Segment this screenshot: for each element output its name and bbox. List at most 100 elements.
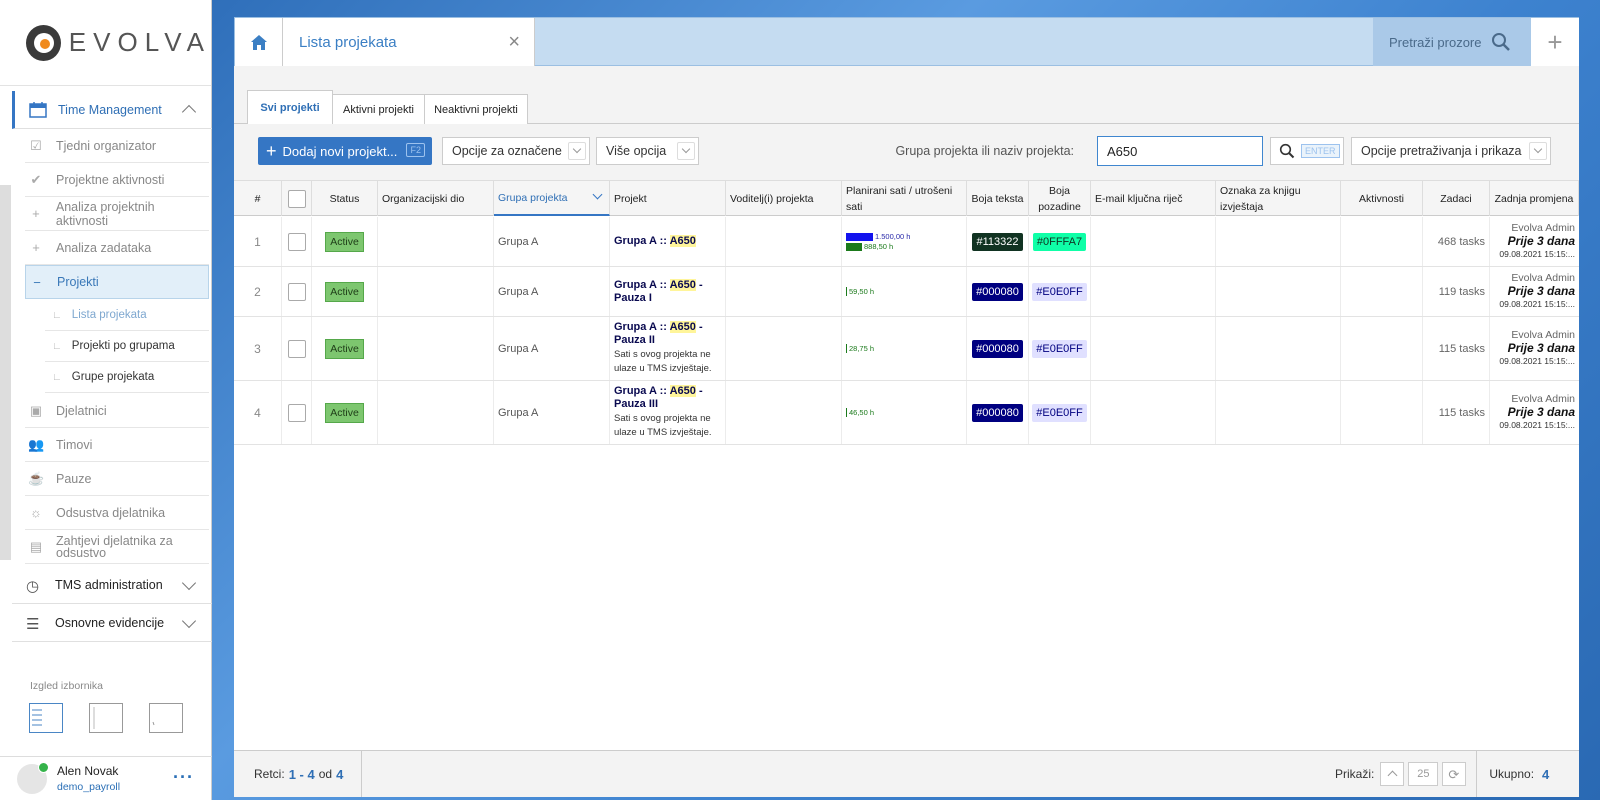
more-options-dropdown[interactable]: Više opcija [596,137,699,165]
layout-option-compact[interactable] [89,703,123,733]
retci-label: Retci: [254,767,285,781]
row-checkbox[interactable] [287,232,306,251]
cell-boja-pozadine: #E0E0FF [1029,267,1091,316]
sidebar-item-projekti[interactable]: − Projekti [25,265,209,299]
col-zadaci[interactable]: Zadaci [1423,181,1490,216]
sidebar-item-odsustva[interactable]: ☼ Odsustva djelatnika [25,496,209,530]
col-grupa-projekta[interactable]: Grupa projekta [494,181,610,216]
page-size-field[interactable]: 25 [1408,762,1439,786]
layout-option-full[interactable] [29,703,63,733]
sidebar-subitem-lista-projekata[interactable]: ∟ Lista projekata [45,300,209,331]
section-osnovne-evidencije[interactable]: ☰ Osnovne evidencije [12,604,212,642]
row-checkbox[interactable] [287,339,306,358]
tab-lista-projekata[interactable]: Lista projekata × [283,18,535,66]
project-name[interactable]: Grupa A :: A650 - Pauza II Sati s ovog pr… [614,321,721,376]
chevron-down-icon [568,142,586,160]
background-color-swatch: #E0E0FF [1032,282,1087,301]
chevron-down-icon [181,613,197,628]
tab-svi-projekti[interactable]: Svi projekti [247,90,333,125]
toolbar: + Dodaj novi projekt... F2 Opcije za ozn… [234,124,1579,180]
sidebar-subitem-projekti-po-grupama[interactable]: ∟ Projekti po grupama [45,331,209,362]
sidebar-item-label: Timovi [56,437,93,452]
refresh-button[interactable]: ⟳ [1442,762,1467,786]
table-row[interactable]: 3 Active Grupa A Grupa A :: A650 - Pauza II… [234,317,1579,381]
brand-logo[interactable]: EVOLVA [0,0,211,86]
search-highlight: A650 [669,321,696,333]
col-projekt[interactable]: Projekt [610,181,726,216]
project-name[interactable]: Grupa A :: A650 - Pauza I [614,278,721,305]
section-tms-administration[interactable]: ◷ TMS administration [12,566,212,604]
sidebar-item-djelatnici[interactable]: ▣ Djelatnici [25,394,209,428]
col-voditelj[interactable]: Voditelj(i) projekta [726,181,842,216]
search-display-options-dropdown[interactable]: Opcije pretraživanja i prikaza [1351,137,1551,165]
layout-option-hidden[interactable] [149,703,183,733]
col-boja-teksta[interactable]: Boja teksta [967,181,1029,216]
more-options-icon[interactable]: ··· [173,767,194,788]
sidebar-subitem-grupe-projekata[interactable]: ∟ Grupe projekata [45,362,209,393]
tab-aktivni-projekti[interactable]: Aktivni projekti [332,94,425,124]
project-note: Sati s ovog projekta ne ulaze u TMS izvj… [614,413,712,438]
avatar[interactable] [17,761,49,794]
col-zadnja-promjena[interactable]: Zadnja promjena [1490,181,1579,216]
col-aktivnosti[interactable]: Aktivnosti [1341,181,1423,216]
home-tab[interactable] [235,18,283,66]
cell-email [1091,381,1216,444]
sidebar-item-label: Djelatnici [56,403,107,418]
row-checkbox[interactable] [287,282,306,301]
page-up-button[interactable] [1380,762,1405,786]
new-window-button[interactable]: + [1531,18,1579,66]
close-icon[interactable]: × [508,31,520,54]
col-select-all[interactable] [282,181,312,216]
sidebar-item-zahtjevi[interactable]: ▤ Zahtjevi djelatnika za odsustvo [25,530,209,564]
col-boja-pozadine[interactable]: Boja pozadine [1029,181,1091,216]
col-status[interactable]: Status [312,181,378,216]
sidebar-item-projektne-aktivnosti[interactable]: ✔ Projektne aktivnosti [25,163,209,197]
text-color-swatch: #000080 [972,339,1023,358]
cell-planirani-sati: 1.500,00 h 888,50 h [842,217,967,266]
cell-voditelj [726,217,842,266]
tasks-count[interactable]: 115 tasks [1427,407,1485,419]
sidebar-item-label: Tjedni organizator [56,138,157,153]
user-panel[interactable]: Alen Novak demo_payroll ··· [0,756,212,800]
tasks-count[interactable]: 468 tasks [1427,236,1485,248]
layout-compact-icon [93,707,95,729]
cell-zadnja-promjena: Evolva Admin Prije 3 dana 09.08.2021 15:15… [1490,267,1579,316]
project-group: Grupa A [498,406,539,419]
cell-aktivnosti [1341,217,1423,266]
select-all-checkbox[interactable] [287,189,306,208]
sidebar-item-timovi[interactable]: 👥 Timovi [25,428,209,462]
sidebar-scrollbar[interactable] [0,185,11,560]
sidebar-item-analiza-zadataka[interactable]: + Analiza zadataka [25,231,209,265]
row-checkbox[interactable] [287,403,306,422]
col-email-kljucna-rijec[interactable]: E-mail ključna riječ [1091,181,1216,216]
table-row[interactable]: 2 Active Grupa A Grupa A :: A650 - Pauza I 5… [234,267,1579,317]
add-project-button[interactable]: + Dodaj novi projekt... F2 [258,137,432,165]
sidebar-item-tjedni-organizator[interactable]: ☑ Tjedni organizator [25,129,209,163]
user-account[interactable]: demo_payroll [57,779,120,795]
tasks-count[interactable]: 115 tasks [1427,343,1485,355]
selected-options-dropdown[interactable]: Opcije za označene [442,137,590,165]
enter-hint: ENTER [1301,144,1340,158]
col-oznaka-knjige[interactable]: Oznaka za knjigu izvještaja [1216,181,1341,216]
table-row[interactable]: 1 Active Grupa A Grupa A :: A650 1.500,00 h8… [234,217,1579,267]
tasks-count[interactable]: 119 tasks [1427,286,1485,298]
cell-select [282,317,312,380]
col-organizacijski-dio[interactable]: Organizacijski dio [378,181,494,216]
search-button[interactable]: ENTER [1270,137,1344,165]
col-planirani-sati[interactable]: Planirani sati / utrošeni sati [842,181,967,216]
sidebar-item-analiza-projektnih[interactable]: + Analiza projektnih aktivnosti [25,197,209,231]
spent-hours-bar [846,344,847,353]
project-name[interactable]: Grupa A :: A650 [614,235,696,248]
table-row[interactable]: 4 Active Grupa A Grupa A :: A650 - Pauza II… [234,381,1579,445]
search-windows-button[interactable]: Pretraži prozore [1373,18,1531,66]
section-time-management[interactable]: Time Management [12,91,212,129]
cell-boja-pozadine: #E0E0FF [1029,317,1091,380]
col-number[interactable]: # [234,181,282,216]
search-input[interactable] [1097,136,1263,166]
tab-neaktivni-projekti[interactable]: Neaktivni projekti [424,94,528,124]
status-badge: Active [325,231,364,252]
project-name[interactable]: Grupa A :: A650 - Pauza III Sati s ovog p… [614,385,721,440]
background-color-swatch: #E0E0FF [1032,339,1087,358]
tree-branch-icon: ∟ [52,371,62,383]
sidebar-item-pauze[interactable]: ☕ Pauze [25,462,209,496]
